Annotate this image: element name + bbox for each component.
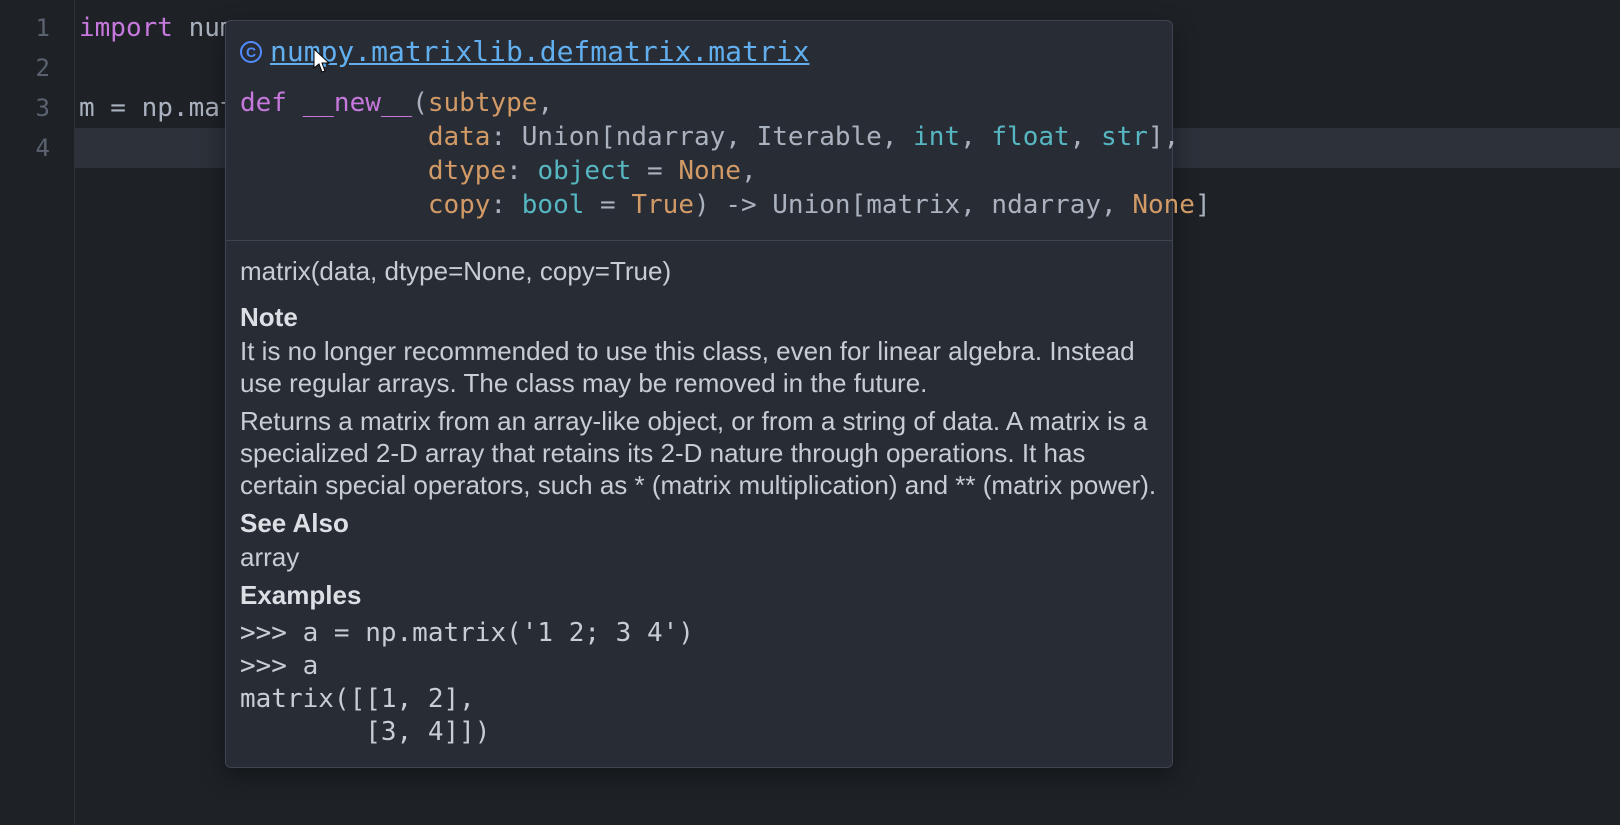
assign-op: =	[95, 93, 142, 123]
description-text: Returns a matrix from an array-like obje…	[240, 405, 1158, 501]
tooltip-header: C numpy.matrixlib.defmatrix.matrix	[240, 35, 1158, 68]
note-text: It is no longer recommended to use this …	[240, 335, 1158, 399]
line-number: 4	[0, 128, 74, 168]
line-number: 3	[0, 88, 74, 128]
qualified-name-link[interactable]: numpy.matrixlib.defmatrix.matrix	[270, 35, 809, 68]
var-name: m	[79, 93, 95, 123]
line-number: 1	[0, 8, 74, 48]
note-heading: Note	[240, 301, 1158, 333]
expr: np.mat	[142, 93, 236, 123]
class-icon: C	[240, 41, 262, 63]
examples-heading: Examples	[240, 579, 1158, 611]
line-number-gutter: 1 2 3 4	[0, 0, 75, 825]
seealso-text: array	[240, 541, 1158, 573]
doc-summary: matrix(data, dtype=None, copy=True)	[240, 255, 1158, 287]
keyword-import: import	[79, 13, 173, 43]
seealso-heading: See Also	[240, 507, 1158, 539]
tooltip-divider	[226, 240, 1172, 241]
docstring-body: matrix(data, dtype=None, copy=True) Note…	[240, 255, 1158, 749]
signature-block: def __new__(subtype, data: Union[ndarray…	[240, 86, 1158, 222]
examples-code: >>> a = np.matrix('1 2; 3 4') >>> a matr…	[240, 617, 1158, 749]
documentation-tooltip[interactable]: C numpy.matrixlib.defmatrix.matrix def _…	[225, 20, 1173, 768]
line-number: 2	[0, 48, 74, 88]
